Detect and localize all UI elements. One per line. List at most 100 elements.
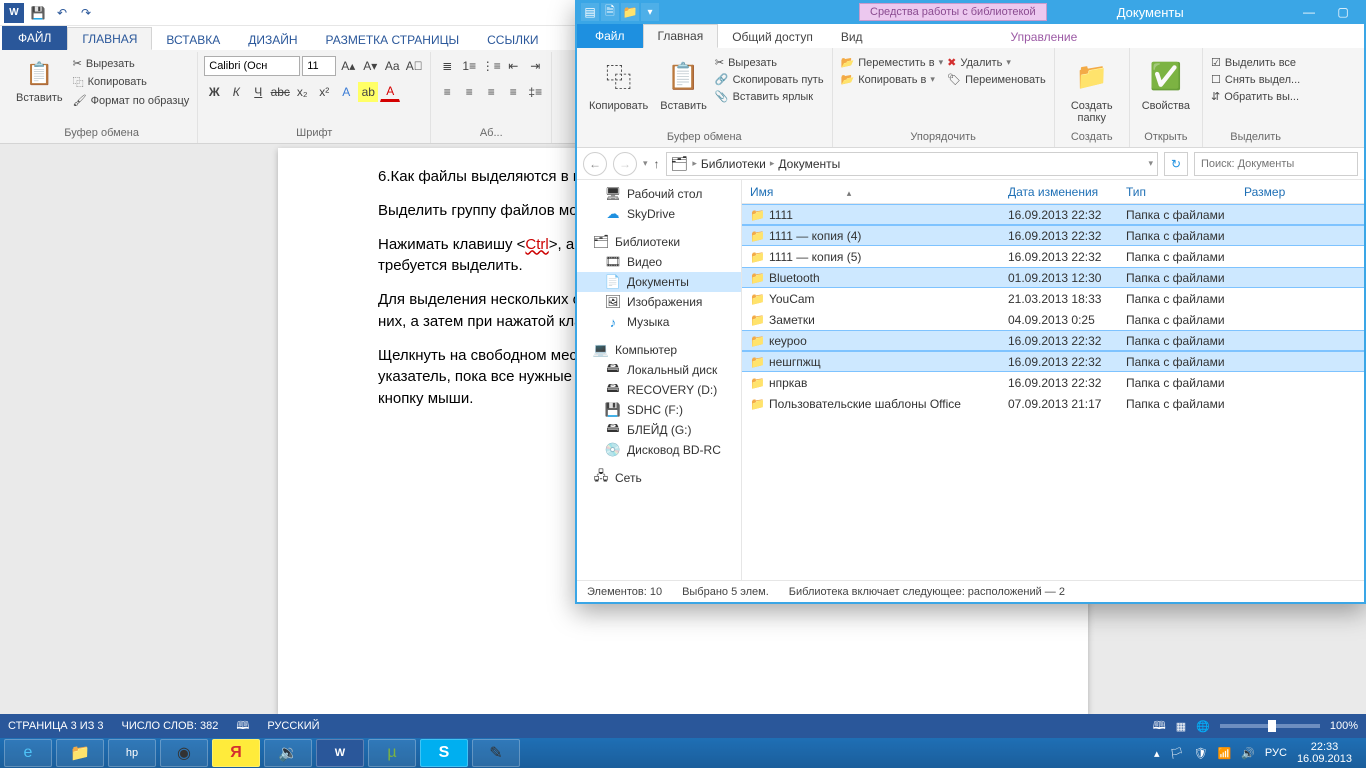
nav-pictures[interactable]: 🖼Изображения	[577, 292, 741, 312]
nav-music[interactable]: ♪Музыка	[577, 312, 741, 332]
library-tools-contextual-tab[interactable]: Средства работы с библиотекой	[859, 3, 1047, 21]
file-row[interactable]: 📁111116.09.2013 22:32Папка с файлами	[742, 204, 1364, 225]
subscript-button[interactable]: x₂	[292, 82, 312, 102]
nav-back-button[interactable]: ←	[583, 152, 607, 176]
language-indicator[interactable]: РУССКИЙ	[267, 720, 319, 732]
invert-selection-button[interactable]: ⇵Обратить вы...	[1211, 90, 1300, 103]
explorer-titlebar[interactable]: ▤ 🗎 📁 ▾ Средства работы с библиотекой До…	[577, 0, 1364, 24]
copy-button[interactable]: ⿻Копировать	[71, 73, 192, 91]
taskbar-ie-icon[interactable]: e	[4, 739, 52, 767]
folder-icon[interactable]: 📁	[621, 3, 639, 21]
nav-libraries[interactable]: 🗂Библиотеки	[577, 232, 741, 252]
nav-forward-button[interactable]: →	[613, 152, 637, 176]
delete-button[interactable]: ✖Удалить	[947, 56, 1046, 69]
taskbar-utorrent-icon[interactable]: µ	[368, 739, 416, 767]
explorer-tab-manage[interactable]: Управление	[997, 26, 1092, 48]
taskbar-chrome-icon[interactable]: ◉	[160, 739, 208, 767]
breadcrumb-libraries[interactable]: Библиотеки	[701, 157, 766, 171]
ribbon-paste-button[interactable]: 📋Вставить	[656, 52, 711, 114]
file-row[interactable]: 📁Пользовательские шаблоны Office07.09.20…	[742, 393, 1364, 414]
search-input[interactable]	[1194, 152, 1358, 176]
tray-up-icon[interactable]: ▴	[1154, 747, 1160, 760]
paste-button[interactable]: 📋 Вставить	[12, 56, 67, 106]
tab-file[interactable]: ФАЙЛ	[2, 26, 67, 50]
refresh-button[interactable]: ↻	[1164, 152, 1188, 176]
zoom-level[interactable]: 100%	[1330, 720, 1358, 732]
view-print-icon[interactable]: ▦	[1176, 720, 1186, 733]
underline-button[interactable]: Ч	[248, 82, 268, 102]
nav-sdhc[interactable]: 💾SDHC (F:)	[577, 400, 741, 420]
line-spacing-icon[interactable]: ‡≡	[525, 82, 545, 102]
taskbar-yandex-icon[interactable]: Я	[212, 739, 260, 767]
tab-home[interactable]: ГЛАВНАЯ	[67, 27, 152, 50]
file-row[interactable]: 📁нпркав16.09.2013 22:32Папка с файлами	[742, 372, 1364, 393]
history-dropdown-icon[interactable]: ▾	[643, 158, 648, 169]
cut-button[interactable]: ✂Вырезать	[71, 56, 192, 71]
file-row[interactable]: 📁1111 — копия (4)16.09.2013 22:32Папка с…	[742, 225, 1364, 246]
tab-layout[interactable]: РАЗМЕТКА СТРАНИЦЫ	[312, 29, 474, 50]
tab-references[interactable]: ССЫЛКИ	[473, 29, 552, 50]
nav-desktop[interactable]: 🖥Рабочий стол	[577, 184, 741, 204]
nav-network[interactable]: 🖧Сеть	[577, 468, 741, 488]
maximize-button[interactable]: ▢	[1326, 1, 1360, 23]
font-size-input[interactable]	[302, 56, 336, 76]
italic-button[interactable]: К	[226, 82, 246, 102]
bullets-icon[interactable]: ≣	[437, 56, 457, 76]
ribbon-paste-shortcut-button[interactable]: 📎Вставить ярлык	[715, 90, 824, 103]
nav-up-button[interactable]: ↑	[654, 157, 660, 171]
nav-skydrive[interactable]: ☁SkyDrive	[577, 204, 741, 224]
view-read-icon[interactable]: 🕮	[1153, 717, 1166, 736]
page-indicator[interactable]: СТРАНИЦА 3 ИЗ 3	[8, 720, 104, 732]
select-all-button[interactable]: ☑Выделить все	[1211, 56, 1300, 69]
nav-blade[interactable]: 🖴БЛЕЙД (G:)	[577, 420, 741, 440]
align-center-icon[interactable]: ≡	[459, 82, 479, 102]
tab-design[interactable]: ДИЗАЙН	[234, 29, 311, 50]
file-row[interactable]: 📁Bluetooth01.09.2013 12:30Папка с файлам…	[742, 267, 1364, 288]
file-row[interactable]: 📁1111 — копия (5)16.09.2013 22:32Папка с…	[742, 246, 1364, 267]
taskbar-app-icon[interactable]: ✎	[472, 739, 520, 767]
column-type[interactable]: Тип	[1118, 185, 1236, 199]
chevron-right-icon[interactable]: ▸	[692, 158, 697, 169]
tray-flag-icon[interactable]: 🏳	[1170, 747, 1184, 760]
explorer-tab-view[interactable]: Вид	[827, 26, 877, 48]
file-row[interactable]: 📁нешгпжщ16.09.2013 22:32Папка с файлами	[742, 351, 1364, 372]
highlight-icon[interactable]: ab	[358, 82, 378, 102]
nav-bd[interactable]: 💿Дисковод BD-RC	[577, 440, 741, 460]
column-date[interactable]: Дата изменения	[1000, 185, 1118, 199]
rename-button[interactable]: 🏷Переименовать	[947, 73, 1046, 86]
tray-shield-icon[interactable]: 🛡	[1194, 747, 1208, 760]
undo-icon[interactable]: ↶	[52, 3, 72, 23]
shrink-font-icon[interactable]: A▾	[360, 56, 380, 76]
strikethrough-button[interactable]: abc	[270, 82, 290, 102]
properties-button[interactable]: ✅Свойства	[1138, 52, 1194, 114]
taskbar-audio-icon[interactable]: 🔉	[264, 739, 312, 767]
superscript-button[interactable]: x²	[314, 82, 334, 102]
multilevel-icon[interactable]: ⋮≡	[481, 56, 501, 76]
taskbar-word-icon[interactable]: W	[316, 739, 364, 767]
explorer-tab-home[interactable]: Главная	[643, 24, 719, 48]
grow-font-icon[interactable]: A▴	[338, 56, 358, 76]
bold-button[interactable]: Ж	[204, 82, 224, 102]
nav-local-c[interactable]: 🖴Локальный диск	[577, 360, 741, 380]
taskbar-skype-icon[interactable]: S	[420, 739, 468, 767]
file-row[interactable]: 📁Заметки04.09.2013 0:25Папка с файлами	[742, 309, 1364, 330]
view-web-icon[interactable]: 🌐	[1196, 720, 1210, 733]
ribbon-cut-button[interactable]: ✂Вырезать	[715, 56, 824, 69]
text-effects-icon[interactable]: A	[336, 82, 356, 102]
move-to-button[interactable]: 📂Переместить в	[841, 56, 944, 69]
qat-dropdown-icon[interactable]: ▾	[641, 3, 659, 21]
align-right-icon[interactable]: ≡	[481, 82, 501, 102]
taskbar-hp-icon[interactable]: hp	[108, 739, 156, 767]
clear-formatting-icon[interactable]: A⃠	[404, 56, 424, 76]
save-icon[interactable]: 💾	[28, 3, 48, 23]
justify-icon[interactable]: ≡	[503, 82, 523, 102]
chevron-right-icon[interactable]: ▸	[770, 158, 775, 169]
decrease-indent-icon[interactable]: ⇤	[503, 56, 523, 76]
column-name[interactable]: Имя ▴	[742, 185, 1000, 199]
align-left-icon[interactable]: ≡	[437, 82, 457, 102]
change-case-icon[interactable]: Aa	[382, 56, 402, 76]
explorer-tab-share[interactable]: Общий доступ	[718, 26, 827, 48]
redo-icon[interactable]: ↷	[76, 3, 96, 23]
file-row[interactable]: 📁кеуроо16.09.2013 22:32Папка с файлами	[742, 330, 1364, 351]
nav-computer[interactable]: 💻Компьютер	[577, 340, 741, 360]
